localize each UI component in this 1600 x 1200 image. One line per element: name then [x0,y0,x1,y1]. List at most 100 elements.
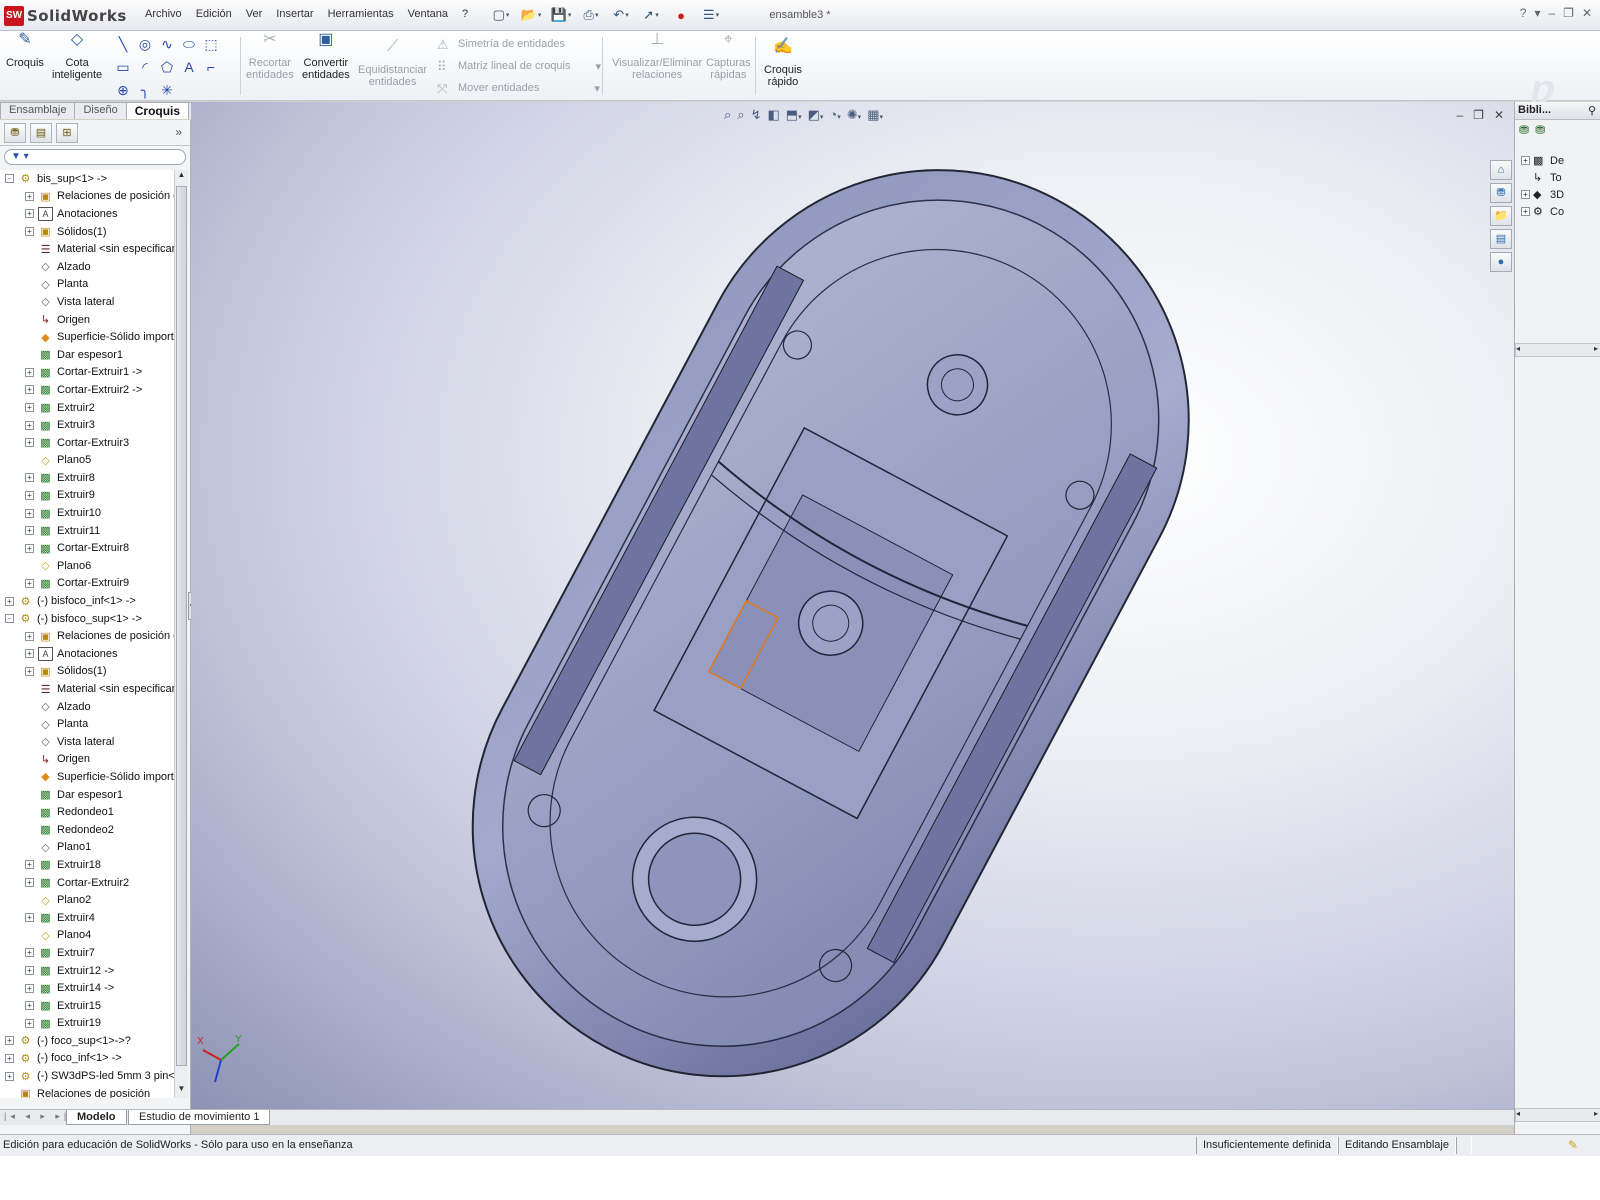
cm-tab-0[interactable]: Ensamblaje [0,102,76,119]
tree-row[interactable]: ◇ Plano1 [0,839,174,857]
ellipse-icon[interactable]: ⬭ [178,34,200,54]
tab-modelo[interactable]: Modelo [66,1110,127,1125]
expand-toggle-icon[interactable]: + [25,913,34,923]
convert-entities-button[interactable]: ▣ Convertir entidades [302,32,350,82]
design-library-item[interactable]: + ◆ 3D [1515,186,1600,203]
expand-toggle-icon[interactable]: + [5,1071,14,1081]
tree-row[interactable]: ▩ Dar espesor1 [0,346,174,364]
rectangle-icon[interactable]: ▭ [112,57,134,77]
view-orientation-icon[interactable]: ⬒▾ [786,107,802,123]
expand-toggle-icon[interactable]: + [25,1001,34,1011]
tree-row[interactable]: + ▩ Extruir15 [0,997,174,1015]
expand-toggle-icon[interactable]: + [25,385,34,395]
tree-row[interactable]: + ▩ Extruir7 [0,944,174,962]
tree-row[interactable]: ◇ Vista lateral [0,293,174,311]
expand-toggle-icon[interactable]: + [25,948,34,958]
file-explorer-icon[interactable]: 📁 [1490,206,1512,226]
design-library-item[interactable]: + ⚙ Co [1515,203,1600,220]
tree-row[interactable]: + ▩ Extruir8 [0,469,174,487]
tree-row[interactable]: ↳ Origen [0,311,174,329]
expand-toggle-icon[interactable]: + [25,191,34,201]
tree-row[interactable]: ◇ Plano2 [0,891,174,909]
point-icon[interactable]: ✳ [156,80,178,100]
rebuild-traffic-light-icon[interactable]: ● [668,5,694,25]
construction-geometry-icon[interactable]: ⬚ [200,34,222,54]
expand-toggle-icon[interactable]: + [25,420,34,430]
open-folder-icon[interactable]: 📂 ▾ [518,5,544,25]
linear-pattern-button[interactable]: ⠿ Matriz lineal de croquis ▾ [437,59,601,74]
help-icon[interactable]: ? [1520,6,1527,20]
tree-row[interactable]: + ▣ Sólidos(1) [0,223,174,241]
tree-row[interactable]: + ⚙ (-) SW3dPS-led 5mm 3 pin< [0,1067,174,1085]
tab-navigation-arrows[interactable]: |◂ ◂ ▸ ▸| [4,1111,70,1122]
tree-row[interactable]: + ⚙ (-) bisfoco_inf<1> -> [0,592,174,610]
circle-icon[interactable]: ◎ [134,34,156,54]
view-settings-icon[interactable]: ▦▾ [867,107,883,123]
expand-toggle-icon[interactable]: - [5,614,14,624]
plane-icon[interactable]: ⊕ [112,80,134,100]
tree-row[interactable]: ◇ Alzado [0,258,174,276]
expand-toggle-icon[interactable]: + [25,508,34,518]
tree-row[interactable]: ◆ Superficie-Sólido import [0,328,174,346]
menu-item-4[interactable]: Herramientas [321,8,401,20]
tree-row[interactable]: ▣ Relaciones de posición [0,1085,174,1098]
menu-item-2[interactable]: Ver [239,8,270,20]
tree-row[interactable]: + ▩ Cortar-Extruir8 [0,539,174,557]
tree-row[interactable]: ◇ Vista lateral [0,733,174,751]
tree-scrollbar[interactable]: ▲ ▼ [174,170,188,1098]
expand-toggle-icon[interactable]: + [1521,207,1530,216]
quick-snaps-button[interactable]: ⌖ Capturas rápidas [706,32,751,82]
tree-row[interactable]: + ▩ Cortar-Extruir2 [0,874,174,892]
tree-row[interactable]: ▩ Dar espesor1 [0,786,174,804]
design-library-hscroll[interactable]: ◂ ▸ [1515,343,1600,357]
feature-tree-tab-icon[interactable]: ⛃ [4,122,26,143]
tree-row[interactable]: + ⚙ (-) foco_sup<1>->? [0,1032,174,1050]
tree-row[interactable]: ▩ Redondeo1 [0,803,174,821]
expand-toggle-icon[interactable]: + [25,209,34,219]
close-icon[interactable]: ✕ [1582,6,1592,20]
expand-toggle-icon[interactable]: - [5,174,14,184]
design-library-hscroll-bottom[interactable]: ◂ ▸ [1515,1108,1600,1122]
expand-toggle-icon[interactable]: + [25,367,34,377]
tree-row[interactable]: ▩ Redondeo2 [0,821,174,839]
expand-toggle-icon[interactable]: + [5,1053,14,1063]
tree-row[interactable]: - ⚙ (-) bisfoco_sup<1> -> [0,610,174,628]
expand-toggle-icon[interactable]: + [1521,156,1530,165]
tree-row[interactable]: + ▩ Extruir12 -> [0,962,174,980]
scroll-thumb[interactable] [176,186,187,1066]
minimize-icon[interactable]: – [1548,6,1555,20]
tree-row[interactable]: + ▩ Extruir9 [0,487,174,505]
tree-row[interactable]: ◇ Plano4 [0,927,174,945]
menu-item-3[interactable]: Insertar [269,8,320,20]
spline-icon[interactable]: ∿ [156,34,178,54]
move-entities-button[interactable]: ⤧ Mover entidades ▾ [437,81,600,96]
save-icon[interactable]: 💾 ▾ [548,5,574,25]
polygon-icon[interactable]: ⬠ [156,57,178,77]
display-style-icon[interactable]: ◩▾ [808,107,824,123]
tree-row[interactable]: + ▩ Cortar-Extruir3 [0,434,174,452]
expand-toggle-icon[interactable]: + [25,649,34,659]
help-dropdown-icon[interactable]: ▾ [1534,6,1540,20]
rapid-sketch-button[interactable]: ✍ Croquis rápido [764,39,802,89]
appearances-icon[interactable]: ● [1490,252,1512,272]
graphics-area[interactable]: ⌕ ⌕ ↯ ◧ ⬒▾ ◩▾ ◔▾ ✺▾ ▦▾ – ❐ ✕ X Y ⌂ ⛃ 📁 ▤… [191,102,1514,1109]
tree-row[interactable]: + ▩ Extruir14 -> [0,979,174,997]
restore-icon[interactable]: ❐ [1563,6,1574,20]
tree-row[interactable]: + A Anotaciones [0,205,174,223]
tree-row[interactable]: + ▣ Relaciones de posición e [0,627,174,645]
tree-row[interactable]: + ▩ Cortar-Extruir1 -> [0,364,174,382]
tree-row[interactable]: ☰ Material <sin especificar [0,240,174,258]
croquis-button[interactable]: ✎ Croquis [6,32,44,70]
tree-row[interactable]: + ▩ Extruir4 [0,909,174,927]
tree-row[interactable]: + ▩ Extruir2 [0,399,174,417]
scroll-down-icon[interactable]: ▼ [176,1084,187,1098]
text-icon[interactable]: A [178,57,200,77]
property-manager-tab-icon[interactable]: ▤ [30,122,52,143]
quick-tips-icon[interactable]: ✎ [1568,1138,1578,1152]
new-document-icon[interactable]: ▢ ▾ [488,5,514,25]
expand-toggle-icon[interactable]: + [25,878,34,888]
trim-entities-button[interactable]: ✂ Recortar entidades [246,32,294,82]
tree-row[interactable]: + ▩ Cortar-Extruir9 [0,575,174,593]
add-file-location-icon[interactable]: ⛃ [1535,123,1545,141]
design-library-icon[interactable]: ⛃ [1490,183,1512,203]
